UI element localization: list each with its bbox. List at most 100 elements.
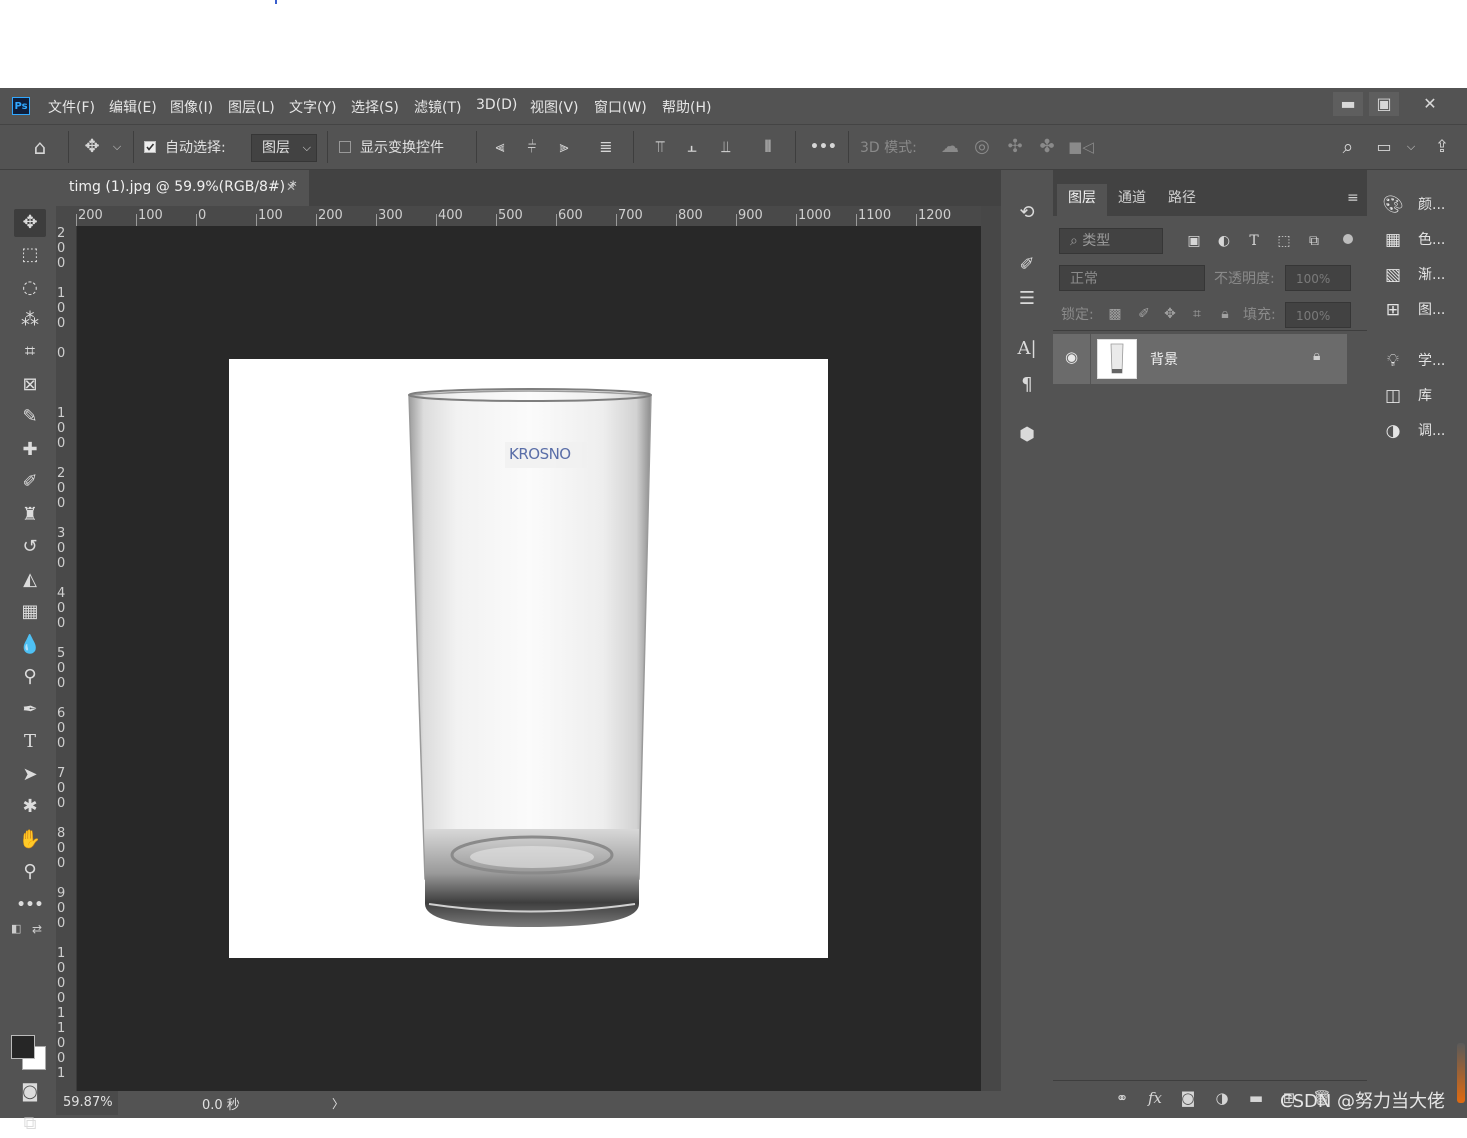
filter-toggle[interactable] — [1343, 234, 1353, 244]
menu-3d[interactable]: 3D(D) — [476, 97, 517, 113]
distribute-vertical-icon[interactable]: ⫴ — [757, 136, 779, 158]
align-bottom-icon[interactable]: ⫫ — [715, 136, 737, 158]
menu-help[interactable]: 帮助(H) — [662, 97, 711, 117]
search-icon[interactable]: ⌕ — [1336, 136, 1360, 158]
auto-select-checkbox[interactable] — [144, 141, 156, 153]
lock-artboard-icon[interactable]: ⌗ — [1187, 303, 1207, 325]
zoom-tool-icon[interactable]: ⚲ — [14, 858, 46, 886]
canvas-vertical-scrollbar[interactable] — [981, 206, 1001, 1091]
align-top-icon[interactable]: ⫪ — [649, 136, 671, 158]
move-tool-icon[interactable]: ✥ — [80, 136, 104, 158]
properties-icon[interactable]: ☰ — [1012, 284, 1042, 314]
filter-pixel-icon[interactable]: ▣ — [1184, 230, 1204, 252]
opacity-input[interactable]: 100% — [1285, 265, 1351, 291]
pen-tool-icon[interactable]: ✒ — [14, 696, 46, 724]
patterns-panel-button[interactable]: ⊞ 图... — [1370, 293, 1463, 328]
3d-camera-icon[interactable]: ■◁ — [1068, 136, 1094, 158]
screen-mode-icon[interactable]: ⧉ — [14, 1110, 46, 1138]
swap-colors-icon[interactable]: ⇄ — [32, 922, 42, 936]
history-brush-tool-icon[interactable]: ↺ — [14, 533, 46, 561]
swatches-panel-button[interactable]: ▦ 色... — [1370, 223, 1463, 258]
menu-filter[interactable]: 滤镜(T) — [414, 97, 461, 117]
align-middle-v-icon[interactable]: ⫠ — [681, 136, 703, 158]
paragraph-icon[interactable]: ¶ — [1012, 370, 1042, 400]
minimize-button[interactable]: ▬ — [1333, 92, 1363, 116]
workspace-icon[interactable]: ▭ — [1372, 136, 1396, 158]
quick-mask-icon[interactable]: ◙ — [14, 1078, 46, 1106]
clone-stamp-tool-icon[interactable]: ♜ — [14, 501, 46, 529]
foreground-color-swatch[interactable] — [11, 1035, 35, 1059]
3d-icon[interactable]: ⬢ — [1012, 420, 1042, 450]
menu-image[interactable]: 图像(I) — [170, 97, 213, 117]
libraries-panel-button[interactable]: ◫ 库 — [1370, 379, 1463, 414]
blend-mode-dropdown[interactable]: 正常 — [1059, 265, 1205, 291]
zoom-level[interactable]: 59.87% — [56, 1091, 118, 1115]
3d-slide-icon[interactable]: ✤ — [1035, 136, 1059, 158]
menu-layer[interactable]: 图层(L) — [228, 97, 275, 117]
brush-settings-icon[interactable]: ✐ — [1012, 250, 1042, 280]
fill-input[interactable]: 100% — [1285, 302, 1351, 328]
history-icon[interactable]: ⟲ — [1012, 198, 1042, 228]
chevron-down-icon[interactable]: ⌵ — [1404, 136, 1418, 158]
menu-file[interactable]: 文件(F) — [48, 97, 95, 117]
filter-smart-object-icon[interactable]: ⧉ — [1304, 230, 1324, 252]
filter-adjustment-icon[interactable]: ◐ — [1214, 230, 1234, 252]
healing-brush-tool-icon[interactable]: ✚ — [14, 436, 46, 464]
distribute-horizontal-icon[interactable]: ≣ — [595, 136, 617, 158]
tab-layers[interactable]: 图层 — [1057, 184, 1107, 216]
dodge-tool-icon[interactable]: ⚲ — [14, 663, 46, 691]
eraser-tool-icon[interactable]: ◭ — [14, 566, 46, 594]
3d-pan-icon[interactable]: ✣ — [1003, 136, 1027, 158]
marquee-tool-icon[interactable]: ⬚ — [14, 241, 46, 269]
align-center-h-icon[interactable]: ⫩ — [521, 136, 543, 158]
menu-window[interactable]: 窗口(W) — [594, 97, 647, 117]
magic-wand-tool-icon[interactable]: ⁂ — [14, 306, 46, 334]
close-button[interactable]: ✕ — [1415, 92, 1445, 116]
filter-shape-icon[interactable]: ⬚ — [1274, 230, 1294, 252]
eyedropper-tool-icon[interactable]: ✎ — [14, 403, 46, 431]
auto-select-target-dropdown[interactable]: 图层 ⌵ — [251, 134, 317, 162]
show-transform-checkbox[interactable] — [339, 141, 351, 153]
edit-toolbar-icon[interactable]: ••• — [14, 891, 46, 919]
share-icon[interactable]: ⇪ — [1430, 136, 1454, 158]
adjustments-panel-button[interactable]: ◑ 调... — [1370, 414, 1463, 449]
menu-type[interactable]: 文字(Y) — [289, 97, 336, 117]
3d-roll-icon[interactable]: ◎ — [970, 136, 994, 158]
right-edge-scrollbar[interactable] — [1457, 1043, 1465, 1103]
menu-select[interactable]: 选择(S) — [351, 97, 399, 117]
new-adjustment-icon[interactable]: ◑ — [1211, 1087, 1233, 1109]
tab-channels[interactable]: 通道 — [1107, 184, 1157, 216]
more-options-icon[interactable]: ••• — [810, 136, 837, 158]
lock-position-icon[interactable]: ✥ — [1160, 303, 1180, 325]
menu-view[interactable]: 视图(V) — [530, 97, 579, 117]
chevron-down-icon[interactable]: ⌵ — [110, 136, 124, 158]
status-menu-arrow[interactable]: 〉 — [332, 1095, 344, 1112]
3d-orbit-icon[interactable]: ☁ — [938, 136, 962, 158]
hand-tool-icon[interactable]: ✋ — [14, 826, 46, 854]
maximize-button[interactable]: ▣ — [1369, 92, 1399, 116]
layer-filter-dropdown[interactable]: ⌕ 类型 — [1059, 228, 1163, 254]
document-tab[interactable]: timg (1).jpg @ 59.9%(RGB/8#) * ✕ — [56, 170, 309, 206]
panel-menu-icon[interactable]: ≡ — [1347, 190, 1359, 206]
custom-shape-tool-icon[interactable]: ✱ — [14, 793, 46, 821]
fx-icon[interactable]: fx — [1144, 1087, 1166, 1109]
document-image[interactable]: KROSNO — [229, 359, 828, 958]
move-tool-icon[interactable]: ✥ — [14, 209, 46, 237]
path-selection-tool-icon[interactable]: ➤ — [14, 761, 46, 789]
gradients-panel-button[interactable]: ▧ 渐... — [1370, 258, 1463, 293]
add-mask-icon[interactable]: ◙ — [1177, 1087, 1199, 1109]
gradient-tool-icon[interactable]: ▦ — [14, 598, 46, 626]
eye-icon[interactable]: ◉ — [1065, 348, 1078, 366]
filter-type-icon[interactable]: T — [1244, 230, 1264, 252]
type-tool-icon[interactable]: T — [14, 728, 46, 756]
canvas-area[interactable]: KROSNO — [77, 226, 981, 1091]
align-right-icon[interactable]: ⫸ — [553, 136, 575, 158]
close-tab-icon[interactable]: ✕ — [286, 170, 296, 204]
home-icon[interactable]: ⌂ — [28, 136, 52, 158]
tab-paths[interactable]: 路径 — [1157, 184, 1207, 216]
lasso-tool-icon[interactable]: ◌ — [14, 274, 46, 302]
frame-tool-icon[interactable]: ⊠ — [14, 371, 46, 399]
brush-tool-icon[interactable]: ✐ — [14, 468, 46, 496]
layer-row[interactable]: ◉ 背景 🔒︎ — [1053, 334, 1347, 384]
menu-edit[interactable]: 编辑(E) — [109, 97, 157, 117]
